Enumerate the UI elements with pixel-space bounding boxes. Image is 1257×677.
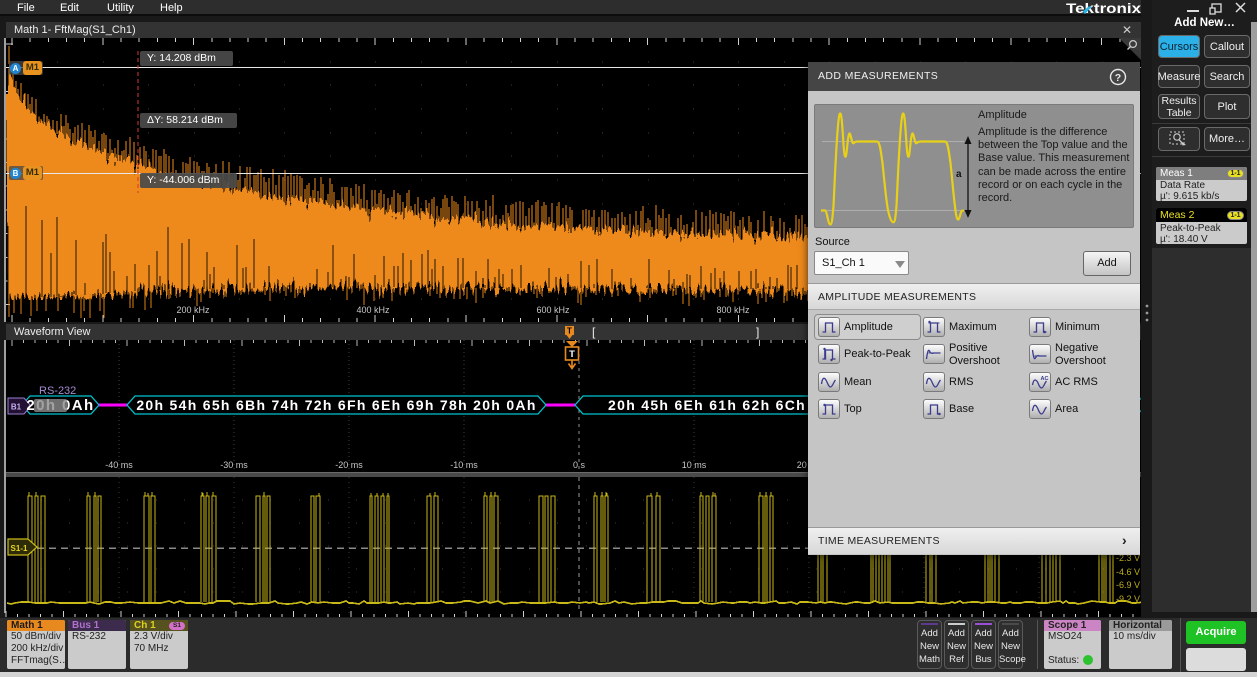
svg-text:S1-1: S1-1 [11,544,28,553]
svg-text:?: ? [1115,72,1121,84]
svg-text:AC: AC [1041,376,1049,382]
svg-text:B1: B1 [11,403,22,412]
svg-text:T: T [569,349,575,360]
svg-text:T: T [567,327,572,336]
svg-text:Tektronix: Tektronix [1066,1,1141,15]
